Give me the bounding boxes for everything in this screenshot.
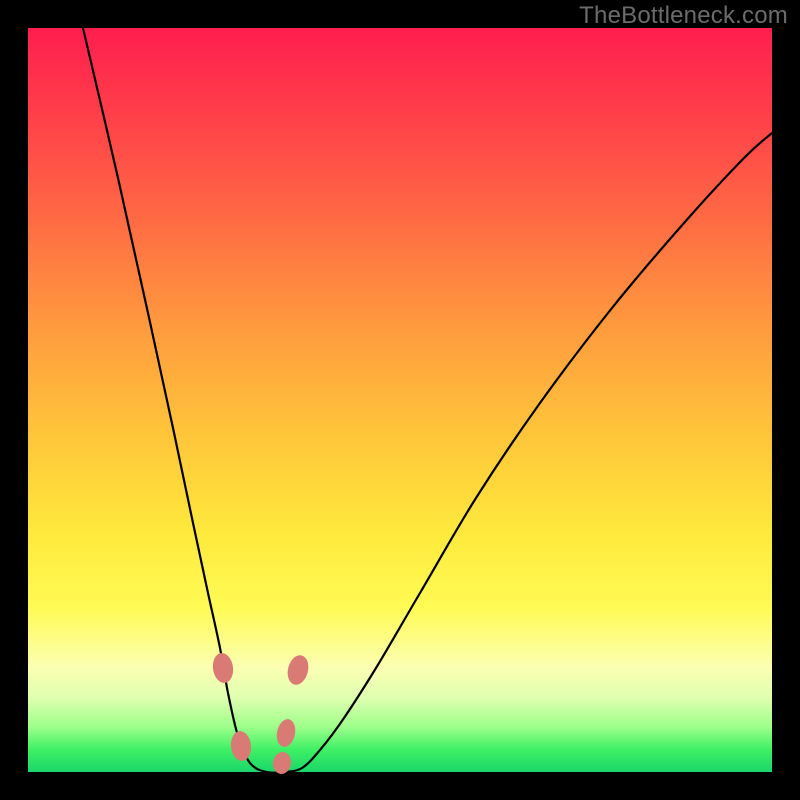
marker-left-upper [211, 652, 235, 684]
marker-group [211, 652, 311, 776]
bottleneck-chart [28, 28, 772, 772]
marker-left-lower [229, 730, 252, 762]
bottleneck-curve [83, 28, 772, 773]
watermark-text: TheBottleneck.com [579, 2, 788, 30]
marker-right-middle [274, 717, 297, 748]
marker-right-upper [285, 653, 312, 687]
